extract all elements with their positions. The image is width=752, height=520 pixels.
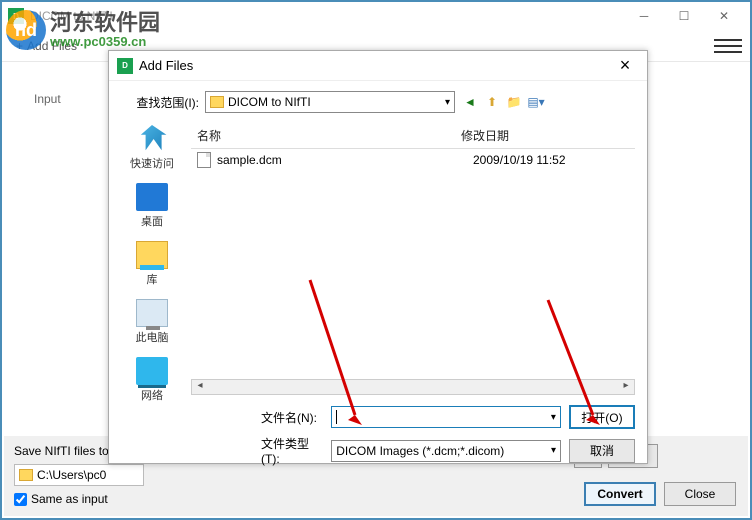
- minimize-button[interactable]: ─: [624, 4, 664, 28]
- watermark-logo-icon: hd: [6, 10, 46, 50]
- view-menu-icon[interactable]: ▤▾: [527, 93, 545, 111]
- close-main-button[interactable]: Close: [664, 482, 736, 506]
- chevron-down-icon: ▾: [551, 445, 556, 456]
- place-quick-access[interactable]: 快速访问: [121, 123, 183, 173]
- file-header: 名称 修改日期: [191, 123, 635, 149]
- up-icon[interactable]: ⬆: [483, 93, 501, 111]
- scroll-right-icon[interactable]: ▸: [618, 380, 634, 394]
- places-bar: 快速访问 桌面 库 此电脑 网络: [121, 123, 183, 472]
- save-to-label: Save NIfTI files to: [14, 444, 109, 458]
- dialog-titlebar: D Add Files ×: [109, 51, 647, 81]
- network-label: 网络: [141, 387, 163, 403]
- scroll-left-icon[interactable]: ◂: [192, 380, 208, 394]
- library-label: 库: [147, 271, 158, 287]
- quick-access-icon: [136, 125, 168, 153]
- place-library[interactable]: 库: [121, 239, 183, 289]
- watermark-url: www.pc0359.cn: [50, 34, 160, 49]
- input-label: Input: [34, 92, 61, 106]
- convert-button[interactable]: Convert: [584, 482, 656, 506]
- file-name: sample.dcm: [217, 153, 473, 167]
- menu-button[interactable]: [714, 35, 742, 57]
- annotation-arrow: [538, 290, 618, 443]
- place-this-pc[interactable]: 此电脑: [121, 297, 183, 347]
- folder-icon: [19, 469, 33, 481]
- place-network[interactable]: 网络: [121, 355, 183, 405]
- column-date[interactable]: 修改日期: [461, 127, 591, 144]
- chevron-down-icon: ▾: [445, 97, 450, 108]
- close-button[interactable]: ✕: [704, 4, 744, 28]
- new-folder-icon[interactable]: 📁: [505, 93, 523, 111]
- annotation-arrow: [300, 270, 380, 443]
- place-desktop[interactable]: 桌面: [121, 181, 183, 231]
- maximize-button[interactable]: ☐: [664, 4, 704, 28]
- library-icon: [136, 241, 168, 269]
- file-icon: [197, 152, 211, 168]
- desktop-icon: [136, 183, 168, 211]
- output-path-text: C:\Users\pc0: [37, 468, 106, 482]
- dialog-close-button[interactable]: ×: [611, 55, 639, 76]
- same-as-input-checkbox[interactable]: [14, 493, 27, 506]
- network-icon: [136, 357, 168, 385]
- file-row[interactable]: sample.dcm 2009/10/19 11:52: [191, 149, 635, 171]
- lookin-value: DICOM to NIfTI: [228, 95, 311, 109]
- quick-access-label: 快速访问: [130, 155, 174, 171]
- watermark: hd 河东软件园 www.pc0359.cn: [6, 10, 160, 50]
- filetype-value: DICOM Images (*.dcm;*.dicom): [336, 444, 504, 458]
- watermark-title: 河东软件园: [50, 12, 160, 34]
- pc-label: 此电脑: [136, 329, 169, 345]
- dialog-title: Add Files: [139, 58, 611, 73]
- folder-icon: [210, 96, 224, 108]
- same-as-input-label: Same as input: [31, 492, 108, 506]
- pc-icon: [136, 299, 168, 327]
- dialog-app-icon: D: [117, 58, 133, 74]
- lookin-label: 查找范围(I):: [121, 94, 199, 111]
- desktop-label: 桌面: [141, 213, 163, 229]
- lookin-select[interactable]: DICOM to NIfTI ▾: [205, 91, 455, 113]
- back-icon[interactable]: ◄: [461, 93, 479, 111]
- file-date: 2009/10/19 11:52: [473, 153, 603, 167]
- column-name[interactable]: 名称: [191, 127, 461, 144]
